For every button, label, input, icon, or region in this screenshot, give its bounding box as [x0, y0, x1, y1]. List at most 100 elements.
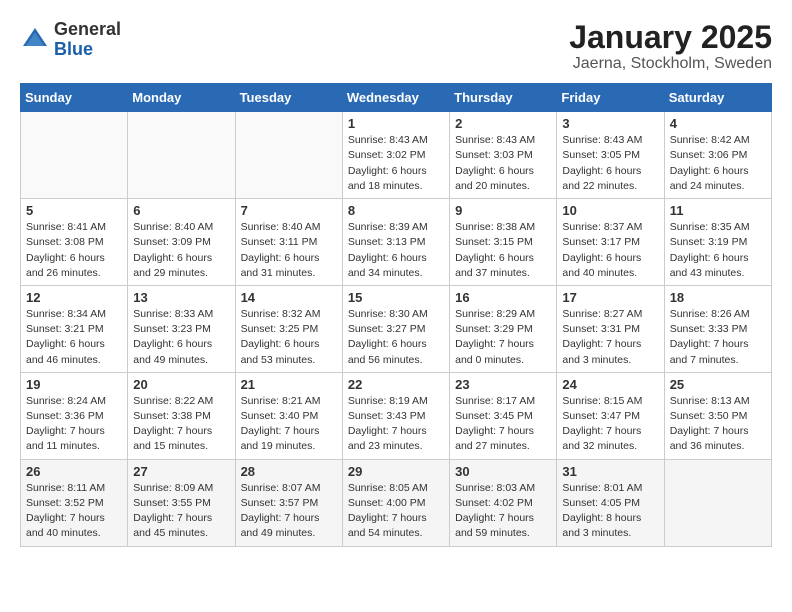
day-info: Sunrise: 8:03 AM Sunset: 4:02 PM Dayligh…	[455, 481, 551, 542]
day-info: Sunrise: 8:09 AM Sunset: 3:55 PM Dayligh…	[133, 481, 229, 542]
calendar-cell: 22Sunrise: 8:19 AM Sunset: 3:43 PM Dayli…	[342, 372, 449, 459]
day-info: Sunrise: 8:30 AM Sunset: 3:27 PM Dayligh…	[348, 307, 444, 368]
day-info: Sunrise: 8:43 AM Sunset: 3:02 PM Dayligh…	[348, 133, 444, 194]
calendar-cell: 3 Sunrise: 8:43 AM Sunset: 3:05 PM Daylig…	[557, 112, 664, 199]
week-row-2: 5 Sunrise: 8:41 AM Sunset: 3:08 PM Daylig…	[21, 199, 772, 286]
calendar-cell: 6Sunrise: 8:40 AM Sunset: 3:09 PM Daylig…	[128, 199, 235, 286]
calendar-cell: 26 Sunrise: 8:11 AM Sunset: 3:52 PM Dayli…	[21, 459, 128, 546]
weekday-header-friday: Friday	[557, 84, 664, 112]
day-info: Sunrise: 8:26 AM Sunset: 3:33 PM Dayligh…	[670, 307, 766, 368]
day-number: 26	[26, 464, 122, 479]
day-number: 3	[562, 116, 658, 131]
calendar-cell	[128, 112, 235, 199]
day-number: 10	[562, 203, 658, 218]
day-number: 29	[348, 464, 444, 479]
weekday-header-tuesday: Tuesday	[235, 84, 342, 112]
week-row-4: 19 Sunrise: 8:24 AM Sunset: 3:36 PM Dayli…	[21, 372, 772, 459]
day-info: Sunrise: 8:13 AM Sunset: 3:50 PM Dayligh…	[670, 394, 766, 455]
day-info: Sunrise: 8:38 AM Sunset: 3:15 PM Dayligh…	[455, 220, 551, 281]
day-number: 15	[348, 290, 444, 305]
day-number: 11	[670, 203, 766, 218]
day-number: 20	[133, 377, 229, 392]
day-number: 24	[562, 377, 658, 392]
weekday-header-saturday: Saturday	[664, 84, 771, 112]
calendar-cell: 31 Sunrise: 8:01 AM Sunset: 4:05 PM Dayli…	[557, 459, 664, 546]
calendar-cell: 13 Sunrise: 8:33 AM Sunset: 3:23 PM Dayli…	[128, 285, 235, 372]
day-number: 12	[26, 290, 122, 305]
day-info: Sunrise: 8:37 AM Sunset: 3:17 PM Dayligh…	[562, 220, 658, 281]
calendar-cell: 27 Sunrise: 8:09 AM Sunset: 3:55 PM Dayli…	[128, 459, 235, 546]
calendar-cell: 23 Sunrise: 8:17 AM Sunset: 3:45 PM Dayli…	[450, 372, 557, 459]
calendar-cell: 4Sunrise: 8:42 AM Sunset: 3:06 PM Daylig…	[664, 112, 771, 199]
day-number: 31	[562, 464, 658, 479]
day-info: Sunrise: 8:41 AM Sunset: 3:08 PM Dayligh…	[26, 220, 122, 281]
day-number: 9	[455, 203, 551, 218]
day-info: Sunrise: 8:27 AM Sunset: 3:31 PM Dayligh…	[562, 307, 658, 368]
day-number: 5	[26, 203, 122, 218]
calendar-cell: 21 Sunrise: 8:21 AM Sunset: 3:40 PM Dayli…	[235, 372, 342, 459]
day-number: 14	[241, 290, 337, 305]
day-number: 17	[562, 290, 658, 305]
weekday-header-row: SundayMondayTuesdayWednesdayThursdayFrid…	[21, 84, 772, 112]
day-info: Sunrise: 8:05 AM Sunset: 4:00 PM Dayligh…	[348, 481, 444, 542]
calendar-cell: 25Sunrise: 8:13 AM Sunset: 3:50 PM Dayli…	[664, 372, 771, 459]
day-number: 27	[133, 464, 229, 479]
day-info: Sunrise: 8:01 AM Sunset: 4:05 PM Dayligh…	[562, 481, 658, 542]
day-number: 19	[26, 377, 122, 392]
calendar-cell	[664, 459, 771, 546]
day-number: 28	[241, 464, 337, 479]
day-info: Sunrise: 8:43 AM Sunset: 3:05 PM Dayligh…	[562, 133, 658, 194]
calendar-cell: 10 Sunrise: 8:37 AM Sunset: 3:17 PM Dayli…	[557, 199, 664, 286]
day-info: Sunrise: 8:11 AM Sunset: 3:52 PM Dayligh…	[26, 481, 122, 542]
title-area: January 2025 Jaerna, Stockholm, Sweden	[569, 20, 772, 73]
calendar-cell: 20 Sunrise: 8:22 AM Sunset: 3:38 PM Dayli…	[128, 372, 235, 459]
weekday-header-thursday: Thursday	[450, 84, 557, 112]
day-number: 13	[133, 290, 229, 305]
logo-general: General Blue	[54, 20, 121, 60]
week-row-5: 26 Sunrise: 8:11 AM Sunset: 3:52 PM Dayli…	[21, 459, 772, 546]
day-info: Sunrise: 8:32 AM Sunset: 3:25 PM Dayligh…	[241, 307, 337, 368]
weekday-header-monday: Monday	[128, 84, 235, 112]
logo: General Blue	[20, 20, 121, 60]
calendar-cell: 30Sunrise: 8:03 AM Sunset: 4:02 PM Dayli…	[450, 459, 557, 546]
calendar-title: January 2025	[569, 20, 772, 55]
calendar-cell: 9 Sunrise: 8:38 AM Sunset: 3:15 PM Daylig…	[450, 199, 557, 286]
day-info: Sunrise: 8:21 AM Sunset: 3:40 PM Dayligh…	[241, 394, 337, 455]
weekday-header-wednesday: Wednesday	[342, 84, 449, 112]
day-info: Sunrise: 8:39 AM Sunset: 3:13 PM Dayligh…	[348, 220, 444, 281]
day-number: 7	[241, 203, 337, 218]
calendar-cell: 7Sunrise: 8:40 AM Sunset: 3:11 PM Daylig…	[235, 199, 342, 286]
day-number: 23	[455, 377, 551, 392]
day-info: Sunrise: 8:33 AM Sunset: 3:23 PM Dayligh…	[133, 307, 229, 368]
calendar-cell	[235, 112, 342, 199]
day-info: Sunrise: 8:34 AM Sunset: 3:21 PM Dayligh…	[26, 307, 122, 368]
calendar-cell: 15 Sunrise: 8:30 AM Sunset: 3:27 PM Dayli…	[342, 285, 449, 372]
day-number: 2	[455, 116, 551, 131]
day-info: Sunrise: 8:22 AM Sunset: 3:38 PM Dayligh…	[133, 394, 229, 455]
calendar-cell: 8 Sunrise: 8:39 AM Sunset: 3:13 PM Daylig…	[342, 199, 449, 286]
calendar-cell: 1 Sunrise: 8:43 AM Sunset: 3:02 PM Daylig…	[342, 112, 449, 199]
day-number: 4	[670, 116, 766, 131]
calendar-table: SundayMondayTuesdayWednesdayThursdayFrid…	[20, 83, 772, 546]
day-number: 18	[670, 290, 766, 305]
day-info: Sunrise: 8:07 AM Sunset: 3:57 PM Dayligh…	[241, 481, 337, 542]
day-number: 6	[133, 203, 229, 218]
calendar-cell: 29 Sunrise: 8:05 AM Sunset: 4:00 PM Dayli…	[342, 459, 449, 546]
week-row-1: 1 Sunrise: 8:43 AM Sunset: 3:02 PM Daylig…	[21, 112, 772, 199]
calendar-cell: 2Sunrise: 8:43 AM Sunset: 3:03 PM Daylig…	[450, 112, 557, 199]
logo-icon	[20, 25, 50, 55]
day-info: Sunrise: 8:17 AM Sunset: 3:45 PM Dayligh…	[455, 394, 551, 455]
day-number: 21	[241, 377, 337, 392]
calendar-cell: 5 Sunrise: 8:41 AM Sunset: 3:08 PM Daylig…	[21, 199, 128, 286]
calendar-cell: 14 Sunrise: 8:32 AM Sunset: 3:25 PM Dayli…	[235, 285, 342, 372]
calendar-cell: 24Sunrise: 8:15 AM Sunset: 3:47 PM Dayli…	[557, 372, 664, 459]
calendar-cell: 17 Sunrise: 8:27 AM Sunset: 3:31 PM Dayli…	[557, 285, 664, 372]
calendar-cell: 18 Sunrise: 8:26 AM Sunset: 3:33 PM Dayli…	[664, 285, 771, 372]
day-info: Sunrise: 8:24 AM Sunset: 3:36 PM Dayligh…	[26, 394, 122, 455]
calendar-cell: 12 Sunrise: 8:34 AM Sunset: 3:21 PM Dayli…	[21, 285, 128, 372]
weekday-header-sunday: Sunday	[21, 84, 128, 112]
calendar-cell	[21, 112, 128, 199]
calendar-cell: 19 Sunrise: 8:24 AM Sunset: 3:36 PM Dayli…	[21, 372, 128, 459]
day-number: 1	[348, 116, 444, 131]
day-number: 8	[348, 203, 444, 218]
